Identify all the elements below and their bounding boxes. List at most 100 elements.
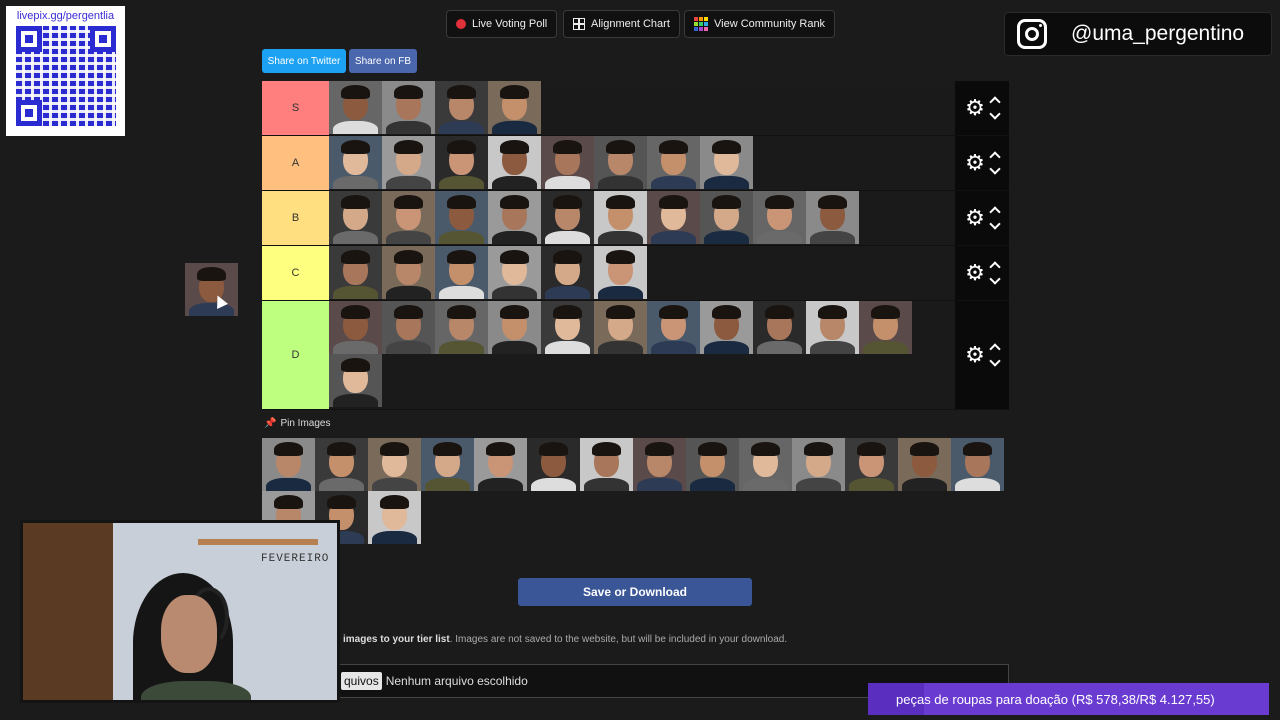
webcam-overlay: FEVEREIRO	[20, 520, 340, 703]
tier-image[interactable]	[541, 136, 594, 189]
tier-row-a: A ⚙	[262, 136, 1009, 191]
instagram-icon	[1017, 19, 1047, 49]
tier-image[interactable]	[329, 191, 382, 244]
tier-list: S ⚙ A ⚙ B ⚙ C ⚙ D ⚙	[262, 81, 1009, 410]
gear-icon[interactable]: ⚙	[965, 262, 985, 284]
tier-image[interactable]	[594, 191, 647, 244]
streamer	[133, 573, 251, 700]
tier-image[interactable]	[488, 301, 541, 354]
pin-images-toggle[interactable]: 📌 Pin Images	[264, 418, 330, 429]
tier-image[interactable]	[541, 301, 594, 354]
share-facebook-button[interactable]: Share on FB	[349, 49, 417, 73]
tier-image[interactable]	[541, 246, 594, 299]
move-up-icon[interactable]	[989, 151, 1001, 163]
pool-image[interactable]	[580, 438, 633, 491]
pool-image[interactable]	[845, 438, 898, 491]
pool-image[interactable]	[368, 438, 421, 491]
pool-image[interactable]	[792, 438, 845, 491]
gear-icon[interactable]: ⚙	[965, 152, 985, 174]
tier-label[interactable]: S	[262, 81, 329, 135]
tier-image[interactable]	[859, 301, 912, 354]
tier-image[interactable]	[647, 191, 700, 244]
pool-image[interactable]	[633, 438, 686, 491]
tier-image[interactable]	[382, 246, 435, 299]
gear-icon[interactable]: ⚙	[965, 97, 985, 119]
tier-image[interactable]	[435, 81, 488, 134]
tier-image[interactable]	[329, 136, 382, 189]
alignment-chart-button[interactable]: Alignment Chart	[563, 10, 680, 38]
tier-label[interactable]: A	[262, 136, 329, 190]
pool-image[interactable]	[527, 438, 580, 491]
pool-image[interactable]	[686, 438, 739, 491]
tier-image[interactable]	[435, 246, 488, 299]
move-down-icon[interactable]	[989, 218, 1001, 230]
move-up-icon[interactable]	[989, 261, 1001, 273]
tier-items[interactable]	[329, 301, 955, 409]
tier-image[interactable]	[488, 246, 541, 299]
pool-image[interactable]	[951, 438, 1004, 491]
tier-image[interactable]	[329, 81, 382, 134]
tier-items[interactable]	[329, 246, 955, 300]
move-down-icon[interactable]	[989, 355, 1001, 367]
tier-items[interactable]	[329, 191, 955, 245]
pool-image[interactable]	[739, 438, 792, 491]
tier-image[interactable]	[382, 301, 435, 354]
pool-image[interactable]	[898, 438, 951, 491]
gear-icon[interactable]: ⚙	[965, 207, 985, 229]
dragged-image[interactable]	[185, 263, 238, 316]
tier-label[interactable]: D	[262, 301, 329, 409]
tier-image[interactable]	[700, 191, 753, 244]
tier-image[interactable]	[806, 301, 859, 354]
tier-image[interactable]	[594, 136, 647, 189]
move-up-icon[interactable]	[989, 96, 1001, 108]
tier-image[interactable]	[594, 246, 647, 299]
move-up-icon[interactable]	[989, 343, 1001, 355]
share-twitter-button[interactable]: Share on Twitter	[262, 49, 346, 73]
tier-image[interactable]	[329, 246, 382, 299]
file-status: Nenhum arquivo escolhido	[385, 674, 528, 688]
tier-image[interactable]	[753, 191, 806, 244]
tier-image[interactable]	[382, 191, 435, 244]
tier-image[interactable]	[594, 301, 647, 354]
tier-image[interactable]	[435, 301, 488, 354]
move-up-icon[interactable]	[989, 206, 1001, 218]
pool-image[interactable]	[315, 438, 368, 491]
dragged-image-thumb[interactable]	[185, 263, 238, 316]
pool-image[interactable]	[421, 438, 474, 491]
pool-image[interactable]	[368, 491, 421, 544]
gear-icon[interactable]: ⚙	[965, 344, 985, 366]
tier-image[interactable]	[329, 354, 382, 407]
donation-goal-bar: peças de roupas para doação (R$ 578,38/R…	[868, 683, 1269, 715]
tier-image[interactable]	[541, 191, 594, 244]
grid-table-icon	[573, 18, 585, 30]
tier-image[interactable]	[488, 81, 541, 134]
tier-image[interactable]	[700, 301, 753, 354]
pool-image[interactable]	[474, 438, 527, 491]
tier-image[interactable]	[806, 191, 859, 244]
tier-image[interactable]	[700, 136, 753, 189]
move-down-icon[interactable]	[989, 273, 1001, 285]
tier-image[interactable]	[382, 136, 435, 189]
tier-image[interactable]	[647, 136, 700, 189]
pool-image[interactable]	[262, 438, 315, 491]
live-voting-poll-button[interactable]: Live Voting Poll	[446, 10, 558, 38]
tier-label[interactable]: B	[262, 191, 329, 245]
tier-image[interactable]	[435, 136, 488, 189]
tier-image[interactable]	[753, 301, 806, 354]
move-down-icon[interactable]	[989, 163, 1001, 175]
tier-image[interactable]	[647, 301, 700, 354]
view-community-rank-button[interactable]: View Community Rank	[684, 10, 836, 38]
choose-files-button[interactable]: quivos	[341, 672, 382, 690]
tier-label[interactable]: C	[262, 246, 329, 300]
tier-items[interactable]	[329, 136, 955, 190]
move-down-icon[interactable]	[989, 108, 1001, 120]
tier-row-b: B ⚙	[262, 191, 1009, 246]
record-dot-icon	[456, 19, 466, 29]
tier-image[interactable]	[488, 191, 541, 244]
tier-items[interactable]	[329, 81, 955, 135]
save-download-button[interactable]: Save or Download	[518, 578, 752, 606]
tier-image[interactable]	[329, 301, 382, 354]
tier-image[interactable]	[382, 81, 435, 134]
tier-image[interactable]	[435, 191, 488, 244]
tier-image[interactable]	[488, 136, 541, 189]
